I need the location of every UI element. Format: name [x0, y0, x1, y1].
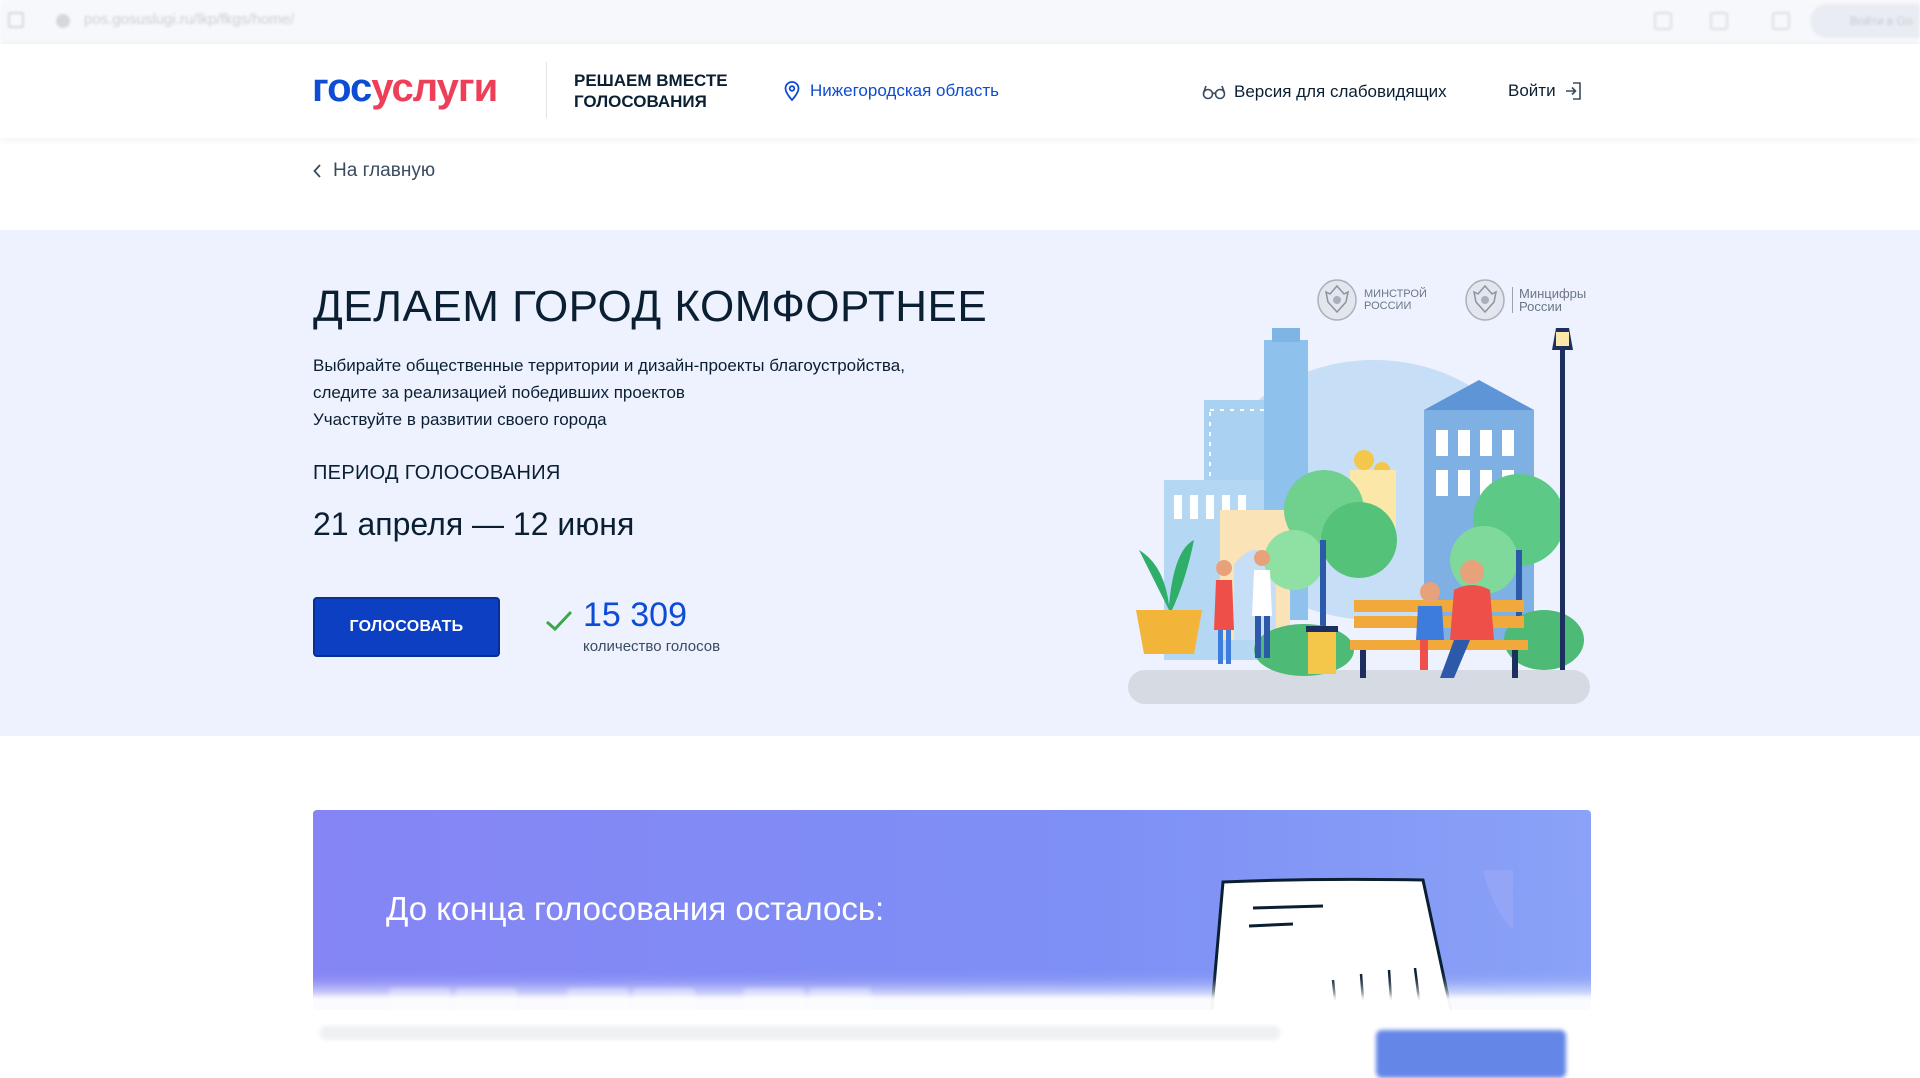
header-divider	[546, 62, 547, 118]
region-label: Нижегородская область	[810, 81, 999, 100]
cookie-notice-text	[320, 1026, 1280, 1040]
extensions-icon[interactable]	[1772, 12, 1790, 30]
votes-count-label: количество голосов	[583, 638, 721, 655]
countdown-title: До конца голосования осталось:	[386, 890, 885, 927]
tab-icon[interactable]	[1710, 12, 1728, 30]
project-tagline[interactable]: РЕШАЕМ ВМЕСТЕ ГОЛОСОВАНИЯ	[574, 70, 754, 112]
site-info-icon[interactable]	[56, 14, 70, 28]
back-to-home-link[interactable]: На главную	[313, 160, 435, 182]
browser-address-bar: pos.gosuslugi.ru/lkp/fkgs/home/ Войти в …	[0, 0, 1920, 44]
page-title: ДЕЛАЕМ ГОРОД КОМФОРТНЕЕ	[313, 282, 988, 331]
cookie-accept-button[interactable]	[1376, 1030, 1566, 1078]
countdown-banner: До конца голосования осталось:	[313, 810, 1591, 1010]
star-icon[interactable]	[1654, 12, 1672, 30]
gosuslugi-logo[interactable]: госуслуги	[312, 66, 498, 111]
voting-period-label: ПЕРИОД ГОЛОСОВАНИЯ	[313, 462, 561, 484]
address-url[interactable]: pos.gosuslugi.ru/lkp/fkgs/home/	[84, 11, 294, 28]
vote-button[interactable]: ГОЛОСОВАТЬ	[313, 597, 500, 657]
region-selector[interactable]: Нижегородская область	[784, 81, 999, 101]
city-park-illustration	[1128, 328, 1590, 704]
accessibility-version-link[interactable]: Версия для слабовидящих	[1202, 82, 1447, 102]
cookie-notice-overlay	[0, 996, 1920, 1078]
checkmark-icon	[546, 610, 573, 632]
ballot-paper-illustration	[1210, 870, 1513, 1010]
login-button[interactable]: Войти	[1508, 81, 1582, 101]
back-label: На главную	[333, 160, 436, 181]
profile-button[interactable]: Войти в Go	[1810, 4, 1920, 38]
home-icon[interactable]	[8, 12, 24, 28]
votes-count: 15 309	[583, 596, 687, 634]
login-arrow-icon	[1565, 82, 1581, 100]
location-pin-icon	[784, 81, 800, 101]
accessibility-label: Версия для слабовидящих	[1234, 82, 1447, 101]
hero-description: Выбирайте общественные территории и диза…	[313, 356, 905, 429]
hero-section: ДЕЛАЕМ ГОРОД КОМФОРТНЕЕ Выбирайте общест…	[0, 230, 1920, 736]
site-header: госуслуги РЕШАЕМ ВМЕСТЕ ГОЛОСОВАНИЯ Ниже…	[0, 44, 1920, 138]
chevron-left-icon	[313, 164, 321, 178]
glasses-icon	[1202, 85, 1226, 100]
voting-period-dates: 21 апреля — 12 июня	[313, 506, 635, 542]
login-label: Войти	[1508, 81, 1556, 100]
